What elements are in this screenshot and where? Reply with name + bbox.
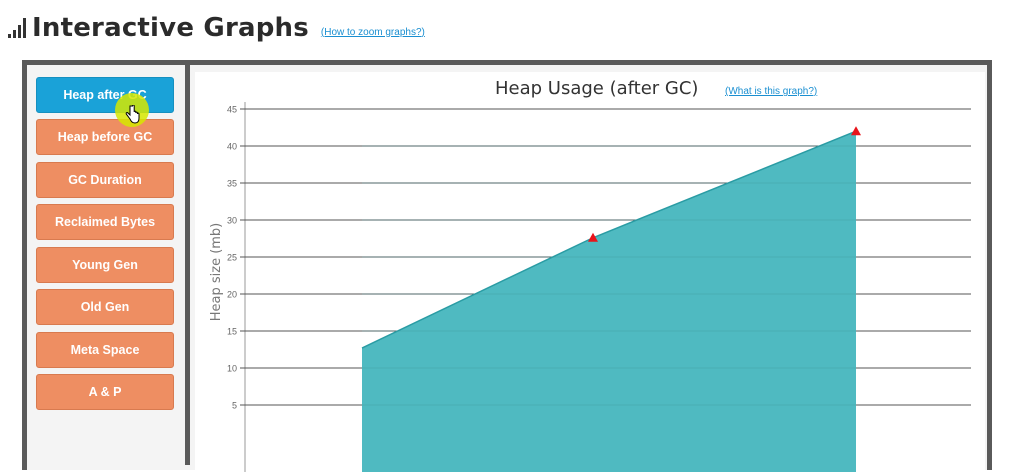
heap-usage-chart: 5 10 15 20 25 30 35 40 45 Heap size (mb) — [209, 102, 971, 472]
y-tick-label-15: 15 — [227, 327, 237, 337]
signal-bars-icon — [8, 18, 26, 38]
y-tick-label-30: 30 — [227, 216, 237, 226]
nav-meta-space-button[interactable]: Meta Space — [36, 332, 174, 368]
graph-panel: Heap after GC Heap before GC GC Duration… — [22, 60, 992, 472]
nav-heap-after-gc-button[interactable]: Heap after GC — [36, 77, 174, 113]
zoom-help-link[interactable]: (How to zoom graphs?) — [321, 27, 425, 38]
nav-gc-duration-button[interactable]: GC Duration — [36, 162, 174, 198]
y-tick-label-25: 25 — [227, 253, 237, 263]
y-tick-label-20: 20 — [227, 290, 237, 300]
y-tick-label-40: 40 — [227, 142, 237, 152]
y-tick-label-5: 5 — [232, 401, 237, 411]
page-header: Interactive Graphs (How to zoom graphs?) — [8, 10, 425, 46]
y-tick-label-10: 10 — [227, 364, 237, 374]
graph-nav-sidebar: Heap after GC Heap before GC GC Duration… — [27, 65, 190, 465]
nav-heap-before-gc-button[interactable]: Heap before GC — [36, 119, 174, 155]
nav-old-gen-button[interactable]: Old Gen — [36, 289, 174, 325]
nav-a-and-p-button[interactable]: A & P — [36, 374, 174, 410]
hand-cursor-icon — [125, 105, 140, 124]
page-title: Interactive Graphs — [32, 13, 309, 43]
y-tick-label-35: 35 — [227, 179, 237, 189]
nav-reclaimed-bytes-button[interactable]: Reclaimed Bytes — [36, 204, 174, 240]
data-point-marker-2 — [851, 126, 861, 136]
y-tick-label-45: 45 — [227, 105, 237, 115]
heap-area-fill — [362, 131, 856, 472]
chart-area[interactable]: Heap Usage (after GC) (What is this grap… — [195, 72, 985, 472]
nav-young-gen-button[interactable]: Young Gen — [36, 247, 174, 283]
y-axis-label: Heap size (mb) — [209, 223, 224, 322]
